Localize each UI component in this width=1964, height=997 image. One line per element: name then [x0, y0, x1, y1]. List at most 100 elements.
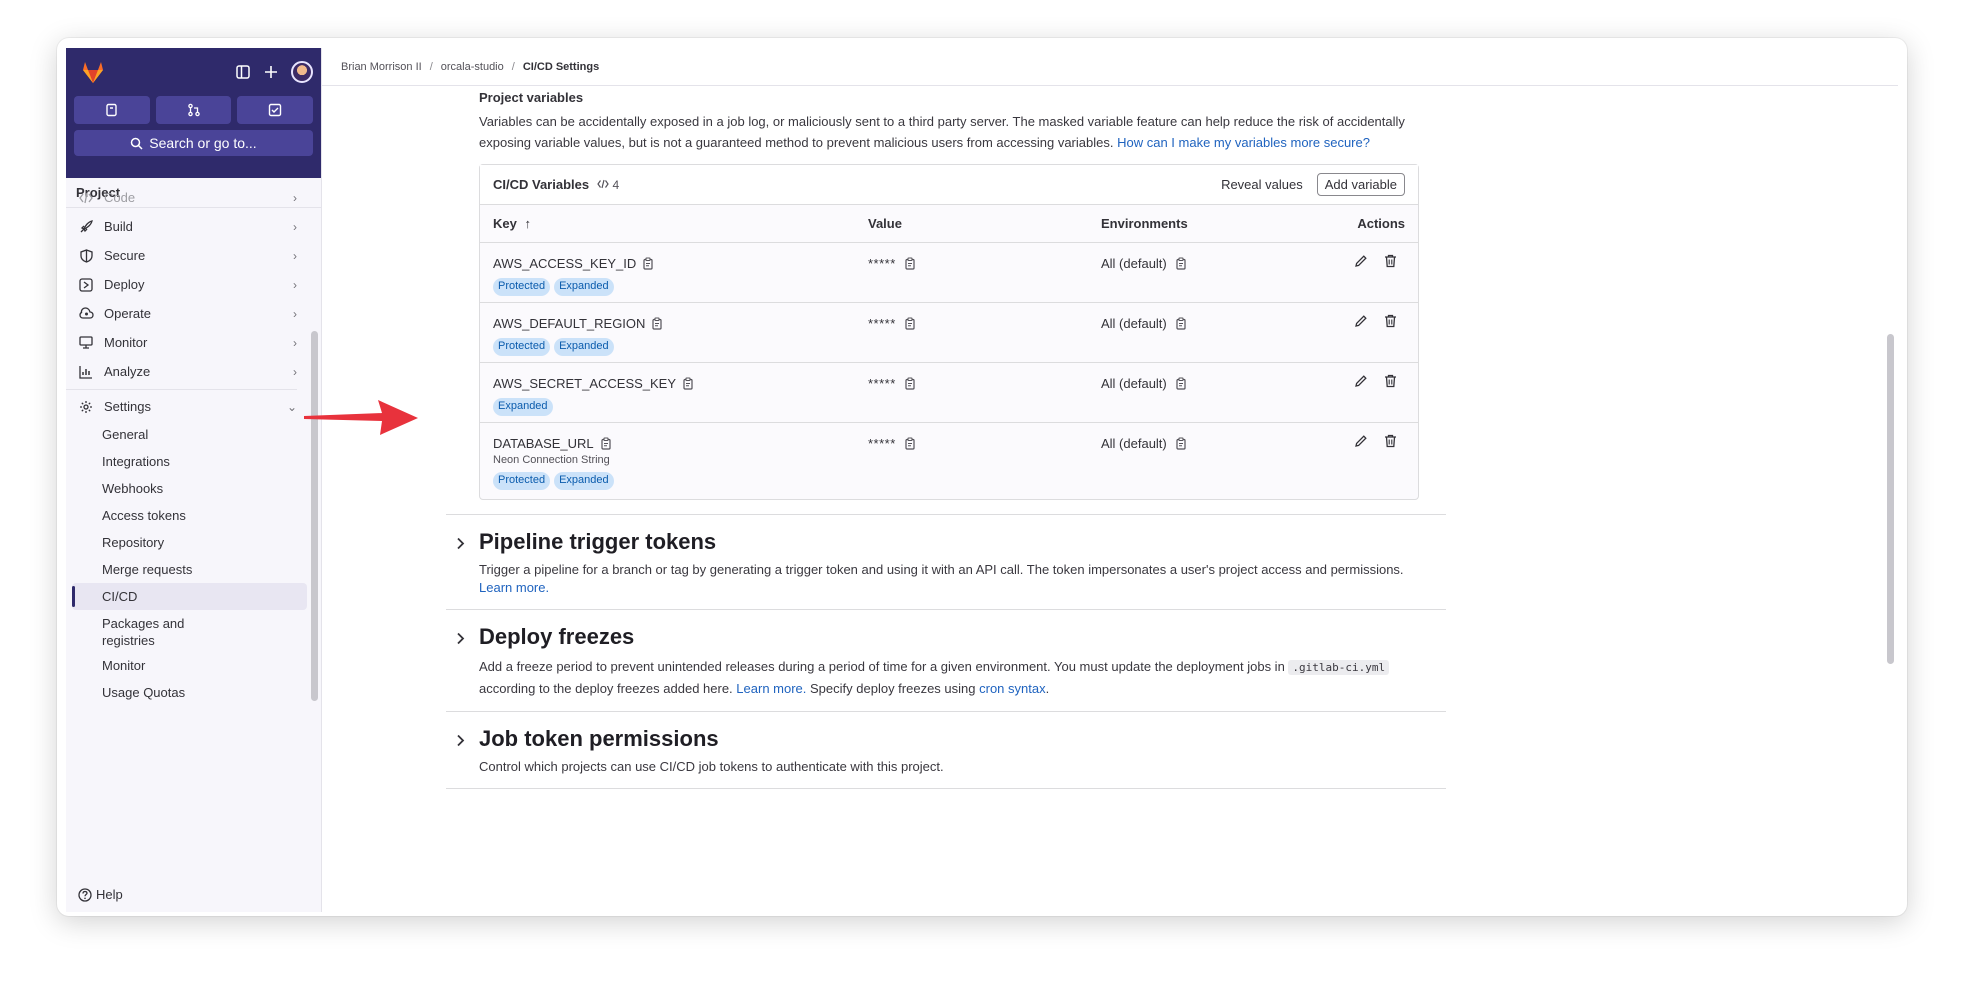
- delete-icon[interactable]: [1384, 374, 1397, 393]
- cicd-variables-card: CI/CD Variables 4 Reveal values Add vari…: [479, 164, 1419, 500]
- learn-more-link[interactable]: Learn more.: [736, 681, 806, 696]
- variable-badges: Protected Expanded: [493, 338, 868, 356]
- issues-button[interactable]: [74, 96, 150, 124]
- sidebar-item-settings[interactable]: Settings ⌄: [66, 392, 307, 421]
- gitlab-logo-icon[interactable]: [80, 59, 106, 85]
- search-button[interactable]: Search or go to...: [74, 130, 313, 156]
- copy-value-icon[interactable]: [904, 256, 917, 270]
- settings-item-packages[interactable]: Packages and registries: [66, 610, 196, 652]
- copy-value-icon[interactable]: [904, 316, 917, 330]
- variable-value: *****: [868, 375, 896, 391]
- settings-item-cicd[interactable]: CI/CD: [72, 583, 307, 610]
- cicd-variables-title: CI/CD Variables: [493, 177, 590, 192]
- edit-icon[interactable]: [1354, 314, 1368, 333]
- copy-key-icon[interactable]: [682, 376, 695, 390]
- rocket-icon: [78, 219, 94, 235]
- sidebar-nav: Code › Build › Secure › Deploy › Operate…: [66, 183, 307, 706]
- copy-environment-icon[interactable]: [1175, 256, 1188, 270]
- settings-item-usage-quotas[interactable]: Usage Quotas: [66, 679, 307, 706]
- variable-key: AWS_ACCESS_KEY_ID: [493, 255, 637, 271]
- settings-item-merge-requests[interactable]: Merge requests: [66, 556, 307, 583]
- copy-key-icon[interactable]: [651, 316, 664, 330]
- breadcrumb-item[interactable]: orcala-studio: [441, 61, 504, 73]
- column-actions: Actions: [1357, 216, 1405, 231]
- sidebar-item-operate[interactable]: Operate ›: [66, 299, 307, 328]
- edit-icon[interactable]: [1354, 374, 1368, 393]
- settings-item-general[interactable]: General: [66, 421, 307, 448]
- sidebar-scrollbar[interactable]: [311, 331, 318, 701]
- chevron-right-icon[interactable]: [456, 734, 465, 750]
- settings-item-repository[interactable]: Repository: [66, 529, 307, 556]
- copy-value-icon[interactable]: [904, 436, 917, 450]
- create-new-icon[interactable]: [257, 58, 285, 86]
- section-description-text: Trigger a pipeline for a branch or tag b…: [479, 562, 1404, 577]
- settings-item-access-tokens[interactable]: Access tokens: [66, 502, 307, 529]
- expanded-badge: Expanded: [554, 338, 614, 356]
- variable-actions-cell: [1301, 374, 1405, 392]
- sidebar-item-build[interactable]: Build ›: [66, 212, 307, 241]
- merge-request-icon: [187, 103, 200, 117]
- sidebar-item-secure[interactable]: Secure ›: [66, 241, 307, 270]
- variable-environment: All (default): [1101, 435, 1167, 451]
- toggle-sidebar-icon[interactable]: [229, 58, 257, 86]
- column-environments: Environments: [1101, 216, 1188, 231]
- user-avatar[interactable]: [291, 61, 313, 83]
- settings-item-webhooks[interactable]: Webhooks: [66, 475, 307, 502]
- deploy-freezes-section: Deploy freezes Add a freeze period to pr…: [446, 609, 1446, 711]
- monitor-icon: [78, 335, 94, 351]
- variable-actions-cell: [1301, 254, 1405, 272]
- merge-requests-button[interactable]: [155, 96, 232, 124]
- search-icon: [131, 137, 143, 150]
- delete-icon[interactable]: [1384, 434, 1397, 453]
- chevron-right-icon[interactable]: [456, 632, 465, 648]
- edit-icon[interactable]: [1354, 254, 1368, 273]
- sidebar-item-label: Code: [104, 190, 136, 205]
- section-title[interactable]: Job token permissions: [479, 726, 1446, 752]
- code-icon: [78, 190, 94, 206]
- column-key[interactable]: Key ↑: [493, 216, 868, 231]
- section-title[interactable]: Pipeline trigger tokens: [479, 529, 1446, 555]
- cron-syntax-link[interactable]: cron syntax: [979, 681, 1045, 696]
- copy-value-icon[interactable]: [904, 376, 917, 390]
- chevron-right-icon[interactable]: [456, 537, 465, 553]
- chart-icon: [78, 364, 94, 380]
- sidebar-item-code[interactable]: Code ›: [66, 183, 307, 212]
- help-label: Help: [96, 887, 123, 902]
- breadcrumb-item[interactable]: Brian Morrison II: [341, 61, 422, 73]
- variables-security-link[interactable]: How can I make my variables more secure?: [1117, 135, 1370, 150]
- variable-value-cell: *****: [868, 254, 1101, 272]
- add-variable-button[interactable]: Add variable: [1316, 173, 1405, 196]
- reveal-values-button[interactable]: Reveal values: [1221, 177, 1303, 192]
- todo-button[interactable]: [237, 96, 314, 124]
- settings-item-monitor[interactable]: Monitor: [66, 652, 307, 679]
- sidebar-item-monitor[interactable]: Monitor ›: [66, 328, 307, 357]
- code-icon: [597, 179, 609, 188]
- copy-environment-icon[interactable]: [1175, 376, 1188, 390]
- variable-key-cell: DATABASE_URL Neon Connection String Prot…: [493, 434, 868, 490]
- section-description: Trigger a pipeline for a branch or tag b…: [479, 561, 1424, 597]
- breadcrumb-current[interactable]: CI/CD Settings: [523, 61, 599, 73]
- sidebar: Search or go to... Project Code › Build …: [66, 48, 322, 912]
- settings-item-integrations[interactable]: Integrations: [66, 448, 307, 475]
- delete-icon[interactable]: [1384, 254, 1397, 273]
- chevron-right-icon: ›: [293, 306, 297, 321]
- section-title[interactable]: Deploy freezes: [479, 624, 1446, 650]
- deploy-icon: [78, 277, 94, 293]
- copy-environment-icon[interactable]: [1175, 316, 1188, 330]
- learn-more-link[interactable]: Learn more.: [479, 580, 549, 595]
- expanded-badge: Expanded: [493, 398, 553, 416]
- edit-icon[interactable]: [1354, 434, 1368, 453]
- delete-icon[interactable]: [1384, 314, 1397, 333]
- settings-content: Project variables Variables can be accid…: [446, 88, 1479, 789]
- cicd-variables-header: CI/CD Variables 4 Reveal values Add vari…: [480, 165, 1418, 205]
- sidebar-item-analyze[interactable]: Analyze ›: [66, 357, 307, 386]
- help-button[interactable]: Help: [78, 887, 123, 902]
- copy-key-icon[interactable]: [642, 256, 655, 270]
- issues-icon: [106, 103, 117, 117]
- breadcrumb-separator: /: [429, 60, 433, 73]
- main-scrollbar[interactable]: [1887, 334, 1894, 664]
- sidebar-item-deploy[interactable]: Deploy ›: [66, 270, 307, 299]
- section-description-text: Add a freeze period to prevent unintende…: [479, 659, 1285, 674]
- copy-environment-icon[interactable]: [1175, 436, 1188, 450]
- copy-key-icon[interactable]: [600, 436, 613, 450]
